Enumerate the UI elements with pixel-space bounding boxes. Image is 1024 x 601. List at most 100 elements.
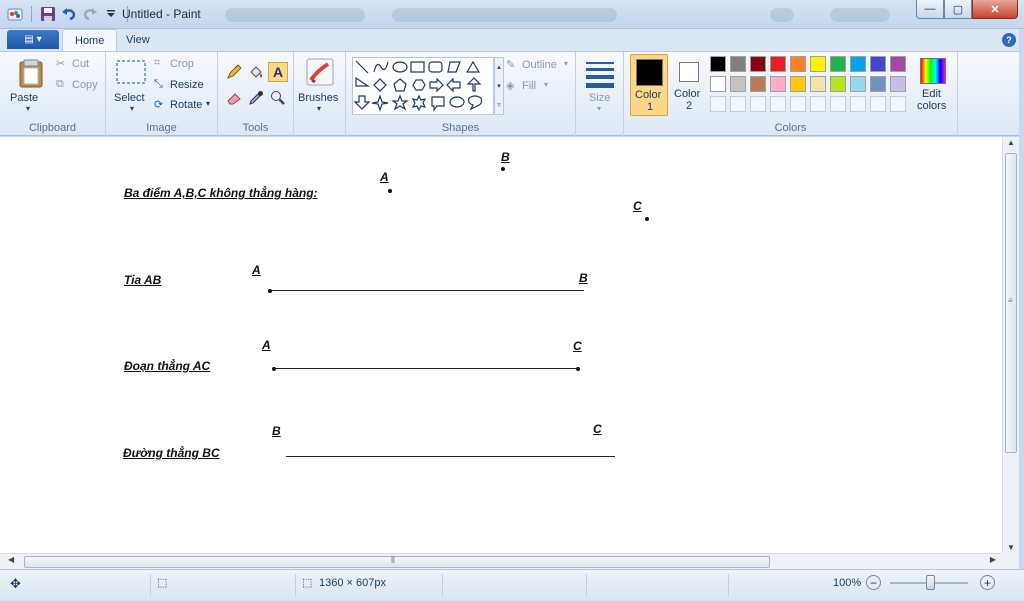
drawing-canvas[interactable]: Ba điểm A,B,C không thẳng hàng: A B C Ti… [0, 137, 1002, 553]
tools-group-label: Tools [242, 122, 269, 134]
redo-icon[interactable] [81, 5, 99, 23]
color2-button[interactable]: Color 2 [670, 54, 708, 116]
palette-color-swatch[interactable] [750, 96, 766, 112]
palette-color-swatch[interactable] [810, 96, 826, 112]
canvas-size-icon: ⬚ [302, 577, 313, 589]
edit-colors-label-2: colors [917, 100, 947, 112]
tab-view[interactable]: View [114, 29, 162, 51]
palette-color-swatch[interactable] [750, 56, 766, 72]
shapes-scroll[interactable]: ▴ ▾ ▿ [494, 57, 504, 115]
close-button[interactable]: ✕ [972, 0, 1018, 19]
palette-color-swatch[interactable] [850, 76, 866, 92]
palette-color-swatch[interactable] [830, 96, 846, 112]
size-button[interactable]: Size ▾ [580, 56, 620, 118]
edit-colors-button[interactable]: Edit colors [914, 54, 954, 116]
selection-size-icon: ⬚ [157, 577, 168, 589]
fill-tool[interactable] [246, 62, 266, 82]
palette-color-swatch[interactable] [710, 76, 726, 92]
paint-app-icon[interactable] [6, 5, 24, 23]
paste-button[interactable]: Paste ▾ [10, 56, 50, 118]
zoom-out-button[interactable]: − [866, 575, 881, 590]
fill-button[interactable]: ◈ Fill ▾ [506, 79, 566, 95]
tab-home[interactable]: Home [62, 29, 118, 51]
eraser-tool[interactable] [224, 88, 244, 108]
rotate-label: Rotate [170, 99, 203, 111]
magnifier-tool[interactable] [268, 88, 288, 108]
window-title: Untitled - Paint [122, 7, 201, 21]
palette-color-swatch[interactable] [730, 56, 746, 72]
palette-color-swatch[interactable] [710, 56, 726, 72]
ray-label-b: B [579, 271, 588, 285]
palette-color-swatch[interactable] [850, 56, 866, 72]
save-icon[interactable] [39, 5, 57, 23]
color-picker-tool[interactable] [246, 88, 266, 108]
scroll-down-icon[interactable]: ▼ [1007, 543, 1015, 552]
text-tool[interactable]: A [268, 62, 288, 82]
image-group: Select ▾ ⌗ Crop ⤡ Resize ⟳ Rotate ▾ Imag… [106, 52, 218, 137]
pencil-tool[interactable] [224, 62, 244, 82]
fill-dropdown-icon: ▾ [544, 80, 549, 89]
minimize-button[interactable]: — [916, 0, 944, 19]
customize-qat-icon[interactable] [102, 5, 120, 23]
color1-button[interactable]: Color 1 [630, 54, 668, 116]
fill-bucket-icon [250, 66, 262, 78]
color1-label: Color [635, 89, 662, 101]
rotate-button[interactable]: ⟳ Rotate ▾ [154, 98, 216, 114]
copy-button[interactable]: ⧉ Copy [56, 78, 102, 94]
size-dropdown-icon: ▾ [597, 104, 602, 113]
palette-color-swatch[interactable] [890, 56, 906, 72]
palette-color-swatch[interactable] [790, 76, 806, 92]
zoom-slider-thumb[interactable] [926, 575, 935, 590]
canvas-dimensions: 1360 × 607px [319, 577, 386, 589]
line-width-icon [586, 62, 614, 88]
resize-button[interactable]: ⤡ Resize [154, 78, 214, 94]
select-button[interactable]: Select ▾ [112, 56, 152, 118]
zoom-in-button[interactable]: + [980, 575, 995, 590]
scroll-right-icon[interactable]: ▶ [990, 555, 996, 564]
maximize-button[interactable]: ▢ [944, 0, 972, 19]
shapes-gallery[interactable] [352, 57, 494, 115]
vertical-scroll-thumb[interactable]: ≡ [1005, 153, 1017, 453]
background-blur [392, 8, 617, 22]
palette-color-swatch[interactable] [870, 76, 886, 92]
status-divider [586, 574, 587, 596]
cut-button[interactable]: ✂ Cut [56, 57, 102, 73]
palette-color-swatch[interactable] [890, 96, 906, 112]
undo-icon[interactable] [60, 5, 78, 23]
palette-color-swatch[interactable] [850, 96, 866, 112]
palette-color-swatch[interactable] [830, 56, 846, 72]
palette-color-swatch[interactable] [790, 96, 806, 112]
palette-color-swatch[interactable] [890, 76, 906, 92]
palette-color-swatch[interactable] [710, 96, 726, 112]
palette-color-swatch[interactable] [810, 76, 826, 92]
segment-label-a: A [262, 338, 271, 352]
palette-color-swatch[interactable] [770, 76, 786, 92]
palette-color-swatch[interactable] [750, 76, 766, 92]
line-label-c: C [593, 422, 602, 436]
brushes-button[interactable]: Brushes ▾ [298, 56, 342, 118]
palette-color-swatch[interactable] [870, 96, 886, 112]
palette-color-swatch[interactable] [870, 56, 886, 72]
scroll-left-icon[interactable]: ◀ [8, 555, 14, 564]
grip-icon: ⦀ [391, 555, 395, 565]
palette-color-swatch[interactable] [790, 56, 806, 72]
outline-button[interactable]: ✎ Outline ▾ [506, 58, 574, 74]
file-menu-button[interactable]: ▤ ▾ [7, 30, 59, 49]
select-dropdown-icon: ▾ [130, 104, 135, 113]
outline-dropdown-icon: ▾ [564, 59, 569, 68]
vertical-scrollbar[interactable]: ▲ ≡ ▼ [1002, 137, 1019, 553]
horizontal-scroll-thumb[interactable]: ⦀ [24, 555, 770, 568]
palette-color-swatch[interactable] [730, 96, 746, 112]
ray-label-a: A [252, 263, 261, 277]
palette-color-swatch[interactable] [730, 76, 746, 92]
background-blur [830, 8, 890, 22]
palette-color-swatch[interactable] [770, 56, 786, 72]
palette-color-swatch[interactable] [830, 76, 846, 92]
crop-button[interactable]: ⌗ Crop [154, 57, 214, 73]
label-point-c: C [633, 199, 642, 213]
help-icon[interactable]: ? [1002, 33, 1016, 47]
scroll-up-icon[interactable]: ▲ [1007, 138, 1015, 147]
palette-color-swatch[interactable] [810, 56, 826, 72]
palette-color-swatch[interactable] [770, 96, 786, 112]
horizontal-scrollbar[interactable]: ◀ ⦀ ▶ [0, 553, 1002, 569]
